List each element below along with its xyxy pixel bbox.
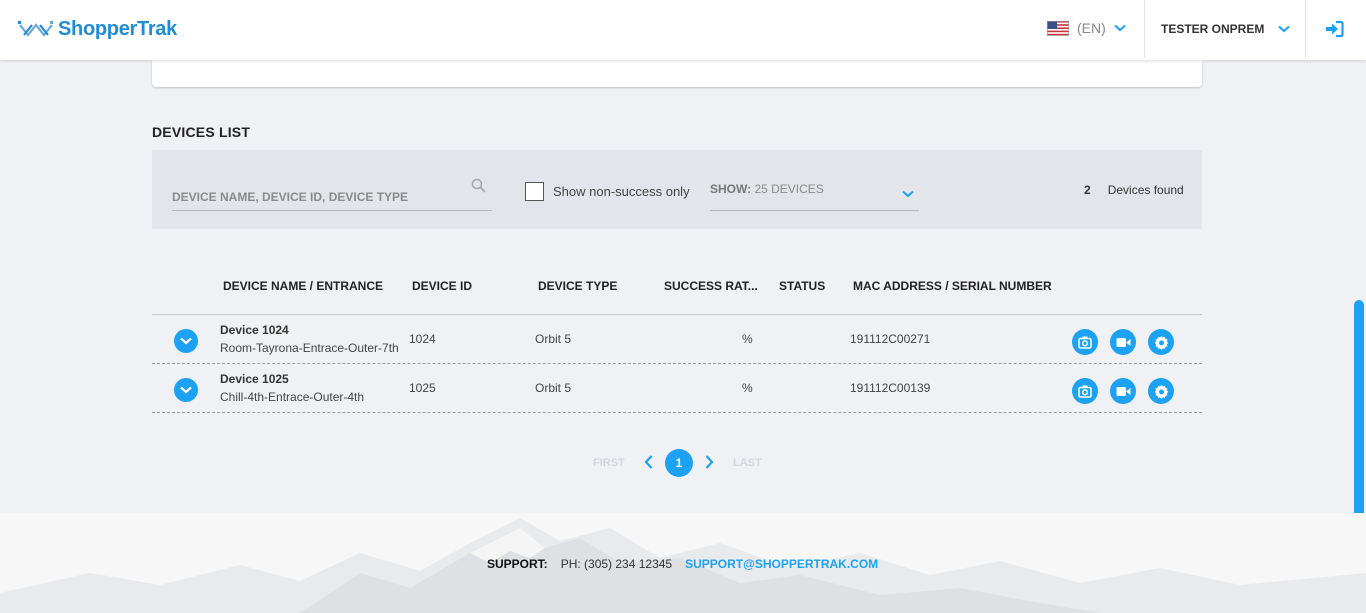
gear-icon [1154, 335, 1168, 350]
support-email-link[interactable]: SUPPORT@SHOPPERTRAK.COM [685, 557, 878, 571]
snapshot-button[interactable] [1072, 329, 1098, 355]
support-phone: PH: (305) 234 12345 [560, 557, 673, 571]
devices-found-label: Devices found [1107, 183, 1184, 197]
row-divider [152, 412, 1202, 413]
pagination-first[interactable]: FIRST [593, 457, 625, 469]
table-row: Device 1025 Chill-4th-Entrace-Outer-4th … [152, 364, 1202, 413]
support-info: SUPPORT: PH: (305) 234 12345 SUPPORT@SHO… [487, 557, 878, 571]
mac-address: 191112C00271 [850, 332, 931, 346]
non-success-label: Show non-success only [553, 184, 690, 199]
column-header-mac-address[interactable]: MAC ADDRESS / SERIAL NUMBER [853, 279, 1052, 293]
non-success-filter[interactable]: Show non-success only [525, 182, 690, 201]
device-entrance: Room-Tayrona-Entrace-Outer-7th [220, 341, 399, 355]
device-settings-button[interactable] [1148, 329, 1174, 355]
chevron-down-icon [180, 386, 192, 394]
chevron-right-icon[interactable] [705, 455, 714, 469]
device-search-input[interactable] [172, 190, 462, 204]
brand-name: ShopperTrak [58, 18, 177, 40]
device-entrance: Chill-4th-Entrace-Outer-4th [220, 390, 365, 404]
device-id: 1024 [409, 332, 436, 346]
devices-found: 2 Devices found [1084, 183, 1184, 197]
column-header-device-name[interactable]: DEVICE NAME / ENTRANCE [223, 279, 383, 293]
chevron-down-icon [1278, 25, 1291, 33]
search-icon [471, 178, 486, 193]
video-camera-icon [1116, 337, 1130, 347]
expand-row-button[interactable] [174, 329, 198, 353]
page-footer: SUPPORT: PH: (305) 234 12345 SUPPORT@SHO… [0, 513, 1366, 613]
sign-out-icon [1326, 20, 1344, 38]
top-header: ShopperTrak (EN) TESTER ONPREM [0, 0, 1366, 60]
video-camera-icon [1116, 386, 1130, 396]
expand-row-button[interactable] [174, 378, 198, 402]
device-id: 1025 [409, 381, 436, 395]
chevron-down-icon [1114, 24, 1126, 32]
chevron-left-icon[interactable] [644, 455, 653, 469]
column-header-status[interactable]: STATUS [779, 279, 825, 293]
header-divider [1305, 0, 1306, 58]
show-value: 25 DEVICES [754, 182, 824, 196]
shoppertrak-logo[interactable]: ShopperTrak [18, 18, 177, 41]
column-header-success-rate[interactable]: SUCCESS RAT... [664, 279, 758, 293]
snapshot-button[interactable] [1072, 378, 1098, 404]
devices-list-title: DEVICES LIST [152, 124, 251, 140]
mac-address: 191112C00139 [850, 381, 931, 395]
live-video-button[interactable] [1110, 378, 1136, 404]
filter-bar: Show non-success only SHOW: 25 DEVICES 2… [152, 150, 1202, 229]
chevron-down-icon [180, 337, 192, 345]
column-header-device-type[interactable]: DEVICE TYPE [538, 279, 617, 293]
support-label: SUPPORT: [487, 557, 548, 571]
logout-button[interactable] [1325, 20, 1344, 43]
live-video-button[interactable] [1110, 329, 1136, 355]
table-row: Device 1024 Room-Tayrona-Entrace-Outer-7… [152, 315, 1202, 364]
chevron-down-icon [902, 190, 914, 198]
column-header-device-id[interactable]: DEVICE ID [412, 279, 472, 293]
success-rate: % [742, 332, 753, 346]
user-name: TESTER ONPREM [1161, 22, 1265, 36]
non-success-checkbox[interactable] [525, 182, 544, 201]
top-card [152, 60, 1202, 87]
user-menu[interactable]: TESTER ONPREM [1161, 22, 1291, 36]
pagination-last[interactable]: LAST [733, 457, 762, 469]
page-size-select[interactable]: SHOW: 25 DEVICES [710, 182, 919, 211]
language-selector[interactable]: (EN) [1047, 20, 1126, 36]
camera-icon [1078, 336, 1092, 349]
success-rate: % [742, 381, 753, 395]
device-type: Orbit 5 [535, 332, 572, 346]
device-name: Device 1024 [220, 323, 289, 337]
device-name: Device 1025 [220, 372, 289, 386]
brand-mark-icon [18, 20, 53, 37]
show-label: SHOW: [710, 182, 752, 196]
device-type: Orbit 5 [535, 381, 572, 395]
camera-icon [1078, 385, 1092, 398]
pagination-page-current[interactable]: 1 [665, 449, 693, 477]
device-settings-button[interactable] [1148, 378, 1174, 404]
header-divider [1144, 0, 1145, 58]
devices-found-count: 2 [1084, 183, 1091, 197]
device-search [172, 178, 492, 211]
gear-icon [1154, 384, 1168, 399]
us-flag-icon [1047, 20, 1069, 36]
language-code: (EN) [1077, 20, 1106, 36]
